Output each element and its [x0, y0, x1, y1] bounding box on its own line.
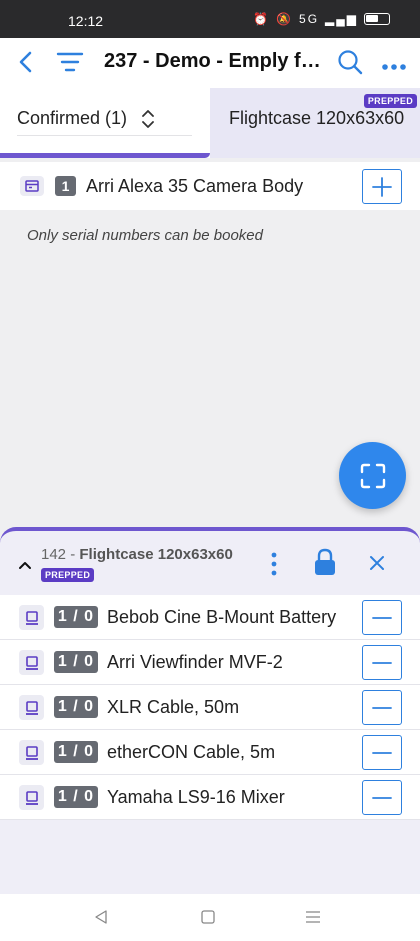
- item-name: Arri Viewfinder MVF-2: [107, 652, 283, 672]
- close-icon[interactable]: [369, 555, 385, 576]
- status-selector[interactable]: Confirmed (1): [0, 88, 210, 158]
- nav-back-icon[interactable]: [94, 910, 108, 929]
- product-row[interactable]: 1 Arri Alexa 35 Camera Body: [0, 162, 420, 210]
- item-count: 1 / 0: [54, 651, 98, 673]
- minus-icon: [372, 796, 392, 799]
- battery-icon: [364, 13, 390, 25]
- product-quantity: 1: [55, 176, 76, 196]
- lock-icon[interactable]: [314, 548, 336, 581]
- flightcase-sheet: 142 - Flightcase 120x63x60 PREPPED 1 / 0…: [0, 527, 420, 894]
- network-indicator: 5G: [299, 12, 320, 26]
- item-name: Yamaha LS9-16 Mixer: [107, 787, 285, 807]
- item-count: 1 / 0: [54, 786, 98, 808]
- kebab-icon[interactable]: [270, 551, 278, 582]
- back-arrow-icon[interactable]: [16, 50, 36, 79]
- item-name: etherCON Cable, 5m: [107, 742, 276, 762]
- status-icons: ⏰ 🔕 5G ▂▄▆: [253, 12, 390, 26]
- serial-unit-icon: [19, 695, 44, 720]
- flightcase-header: 142 - Flightcase 120x63x60 PREPPED: [0, 531, 420, 593]
- tab-bar: Confirmed (1) PREPPED Flightcase 120x63x…: [0, 88, 420, 158]
- app-bar: 237 - Demo - Emply flight case: [0, 38, 420, 88]
- item-name: XLR Cable, 50m: [107, 697, 240, 717]
- page-title: 237 - Demo - Emply flight case: [104, 50, 326, 72]
- minus-icon: [372, 616, 392, 619]
- serial-unit-icon: [19, 740, 44, 765]
- remove-button[interactable]: [362, 735, 402, 770]
- remove-button[interactable]: [362, 600, 402, 635]
- info-note: Only serial numbers can be booked: [27, 227, 263, 244]
- serial-unit-icon: [19, 650, 44, 675]
- list-item[interactable]: 1 / 0 Yamaha LS9-16 Mixer: [0, 775, 420, 820]
- remove-button[interactable]: [362, 645, 402, 680]
- remove-button[interactable]: [362, 690, 402, 725]
- flightcase-number: 142: [41, 546, 67, 563]
- kit-icon: [20, 176, 44, 196]
- tab-flightcase-label: Flightcase 120x63x60: [229, 108, 405, 128]
- search-icon[interactable]: [337, 49, 363, 80]
- list-item[interactable]: 1 / 0 etherCON Cable, 5m: [0, 730, 420, 775]
- plus-icon: [372, 176, 392, 197]
- minus-icon: [372, 661, 392, 664]
- item-count: 1 / 0: [54, 696, 98, 718]
- scan-icon: [360, 463, 385, 488]
- product-name: Arri Alexa 35 Camera Body: [86, 176, 304, 196]
- list-item[interactable]: 1 / 0 XLR Cable, 50m: [0, 685, 420, 730]
- serial-unit-icon: [19, 605, 44, 630]
- status-selector-label: Confirmed (1): [17, 108, 128, 128]
- system-nav-bar: [0, 894, 420, 941]
- filter-icon[interactable]: [56, 51, 84, 78]
- minus-icon: [372, 751, 392, 754]
- status-bar: 12:12 ⏰ 🔕 5G ▂▄▆: [0, 0, 420, 38]
- signal-icon: ▂▄▆: [325, 12, 358, 26]
- flightcase-title: 142 - Flightcase 120x63x60: [41, 546, 233, 563]
- chevron-updown-icon: [140, 109, 156, 134]
- status-time: 12:12: [68, 13, 104, 29]
- tab-flightcase[interactable]: PREPPED Flightcase 120x63x60: [210, 88, 420, 158]
- minus-icon: [372, 706, 392, 709]
- item-count: 1 / 0: [54, 741, 98, 763]
- mute-icon: 🔕: [276, 12, 294, 26]
- remove-button[interactable]: [362, 780, 402, 815]
- add-button[interactable]: [362, 169, 402, 204]
- serial-unit-icon: [19, 785, 44, 810]
- tab-accent-bar: [0, 153, 210, 158]
- item-count: 1 / 0: [54, 606, 98, 628]
- nav-menu-icon[interactable]: [305, 910, 321, 929]
- alarm-icon: ⏰: [253, 12, 271, 26]
- more-icon[interactable]: [381, 58, 407, 76]
- flightcase-separator: -: [66, 546, 80, 563]
- flightcase-name: Flightcase 120x63x60: [79, 546, 233, 563]
- flightcase-item-list: 1 / 0 Bebob Cine B-Mount Battery 1 / 0 A…: [0, 595, 420, 820]
- item-name: Bebob Cine B-Mount Battery: [107, 607, 337, 627]
- list-item[interactable]: 1 / 0 Arri Viewfinder MVF-2: [0, 640, 420, 685]
- nav-home-icon[interactable]: [201, 910, 215, 929]
- selector-underline: [17, 135, 192, 136]
- list-item[interactable]: 1 / 0 Bebob Cine B-Mount Battery: [0, 595, 420, 640]
- scan-button[interactable]: [339, 442, 406, 509]
- chevron-up-icon[interactable]: [18, 557, 32, 575]
- prepped-badge: PREPPED: [363, 94, 417, 108]
- prepped-badge: PREPPED: [41, 568, 95, 582]
